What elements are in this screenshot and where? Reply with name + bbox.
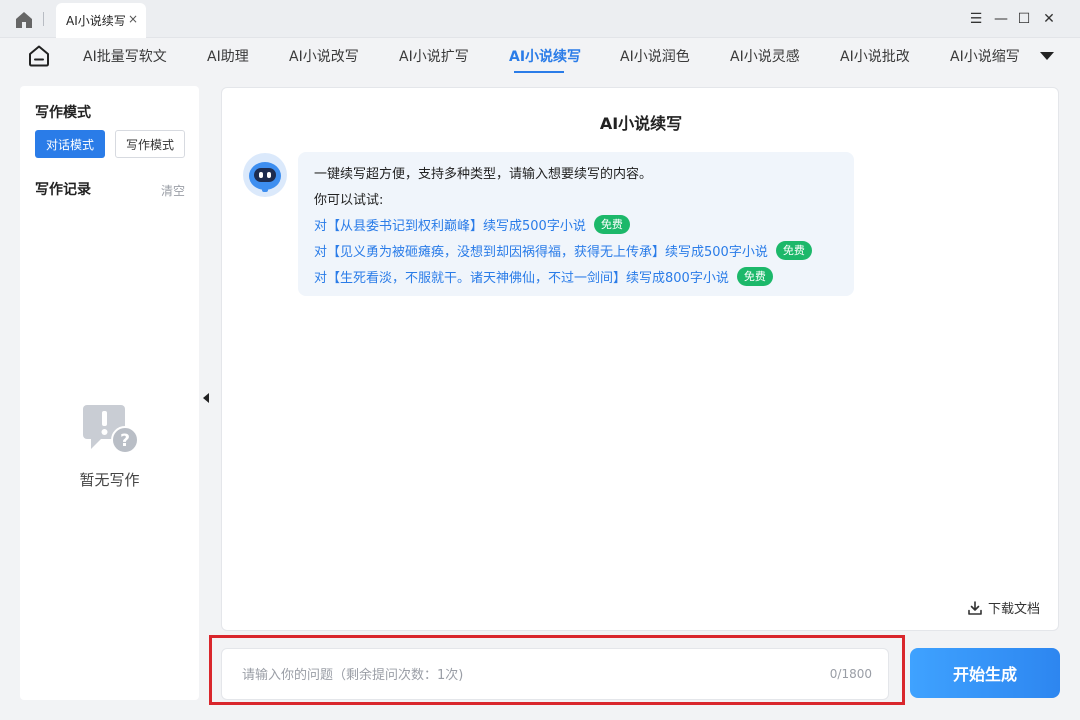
chat-mode-button[interactable]: 对话模式 [35, 130, 105, 158]
title-separator [43, 12, 44, 26]
svg-text:?: ? [120, 431, 130, 451]
question-input-box: 0/1800 [221, 648, 889, 700]
title-bar: AI小说续写 × ☰ — ☐ ✕ [0, 0, 1080, 38]
start-generate-button[interactable]: 开始生成 [910, 648, 1060, 698]
nav-item-assistant[interactable]: AI助理 [207, 46, 249, 66]
suggestion-link[interactable]: 对【生死看淡，不服就干。诸天神佛仙，不过一剑间】续写成800字小说 [314, 266, 729, 292]
top-nav: AI批量写软文 AI助理 AI小说改写 AI小说扩写 AI小说续写 AI小说润色… [0, 38, 1080, 76]
question-input[interactable] [240, 664, 800, 686]
nav-item-novel-abridge[interactable]: AI小说缩写 [950, 46, 1020, 66]
menu-icon[interactable]: ☰ [966, 9, 986, 29]
minimize-icon[interactable]: — [991, 9, 1011, 29]
free-badge: 免费 [736, 267, 773, 286]
nav-item-novel-rewrite[interactable]: AI小说改写 [289, 46, 359, 66]
download-document-button[interactable]: 下载文档 [967, 598, 1040, 617]
suggestion-link[interactable]: 对【见义勇为被砸瘫痪，没想到却因祸得福，获得无上传承】续写成500字小说 [314, 240, 768, 266]
home-icon[interactable] [14, 11, 34, 29]
writing-records-heading: 写作记录 [35, 182, 91, 198]
close-window-icon[interactable]: ✕ [1039, 9, 1059, 29]
document-tab-label: AI小说续写 [66, 14, 126, 28]
empty-state: ? 暂无写作 [20, 401, 199, 490]
bot-intro-text: 一键续写超方便，支持多种类型，请输入想要续写的内容。 [314, 167, 653, 182]
active-tab-indicator [514, 71, 564, 73]
sidebar: 写作模式 对话模式 写作模式 写作记录 清空 ? 暂无写作 [20, 86, 199, 700]
free-badge: 免费 [775, 241, 812, 260]
suggestion-link[interactable]: 对【从县委书记到权利巅峰】续写成500字小说 [314, 214, 586, 240]
writing-mode-heading: 写作模式 [35, 105, 91, 121]
nav-item-novel-polish[interactable]: AI小说润色 [620, 46, 690, 66]
clear-records-button[interactable]: 清空 [161, 182, 185, 199]
maximize-icon[interactable]: ☐ [1014, 9, 1034, 29]
nav-item-batch-article[interactable]: AI批量写软文 [83, 46, 167, 66]
nav-item-novel-review[interactable]: AI小说批改 [840, 46, 910, 66]
bot-message-bubble: 一键续写超方便，支持多种类型，请输入想要续写的内容。 你可以试试: 对【从县委书… [298, 152, 854, 296]
free-badge: 免费 [593, 215, 630, 234]
robot-avatar-icon [243, 153, 287, 197]
nav-item-novel-expand[interactable]: AI小说扩写 [399, 46, 469, 66]
write-mode-button[interactable]: 写作模式 [115, 130, 185, 158]
empty-question-icon: ? [82, 405, 139, 454]
collapse-sidebar-handle[interactable] [203, 393, 209, 403]
nav-item-novel-continue[interactable]: AI小说续写 [509, 46, 581, 66]
home-icon[interactable] [27, 44, 51, 68]
suggestion-item[interactable]: 对【从县委书记到权利巅峰】续写成500字小说 免费 [314, 214, 838, 240]
document-tab[interactable]: AI小说续写 × [56, 3, 146, 38]
try-label: 你可以试试: [314, 193, 384, 208]
chat-panel: AI小说续写 一键续写超方便，支持多种类型，请输入想要续写的内容。 你可以试试:… [221, 87, 1059, 631]
download-icon [968, 600, 982, 615]
nav-item-novel-inspiration[interactable]: AI小说灵感 [730, 46, 800, 66]
suggestion-item[interactable]: 对【见义勇为被砸瘫痪，没想到却因祸得福，获得无上传承】续写成500字小说 免费 [314, 240, 838, 266]
close-tab-icon[interactable]: × [128, 12, 138, 26]
download-label: 下载文档 [987, 602, 1040, 617]
suggestion-item[interactable]: 对【生死看淡，不服就干。诸天神佛仙，不过一剑间】续写成800字小说 免费 [314, 266, 838, 292]
empty-state-label: 暂无写作 [79, 471, 140, 489]
chat-title: AI小说续写 [599, 114, 683, 133]
char-counter: 0/1800 [829, 667, 872, 681]
nav-more-dropdown-icon[interactable] [1040, 52, 1054, 60]
